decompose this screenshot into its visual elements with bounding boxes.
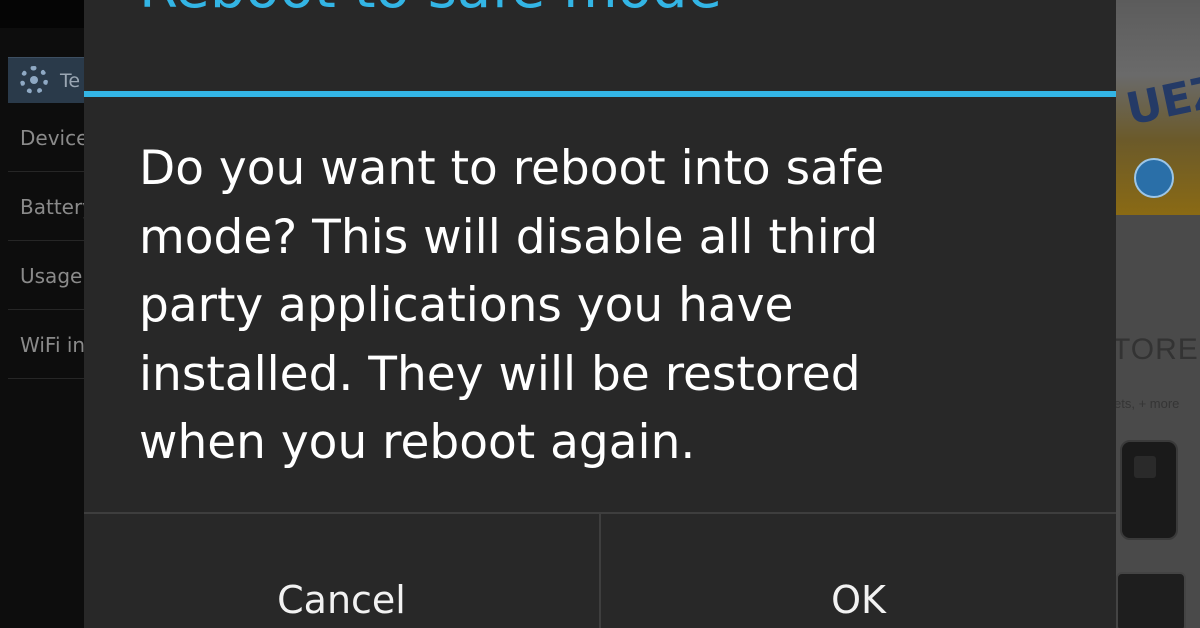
status-bar: [0, 0, 84, 28]
action-bar-title: Te: [60, 70, 81, 92]
store-subtext: ets, + more: [1116, 396, 1180, 411]
title-divider: [84, 91, 1116, 97]
cancel-button[interactable]: Cancel: [84, 514, 599, 628]
safe-mode-dialog: Reboot to safe mode Do you want to reboo…: [84, 0, 1116, 628]
banner-brand-text: UEZ: [1121, 65, 1200, 136]
dialog-title: Reboot to safe mode: [139, 0, 722, 21]
gear-icon: [20, 66, 48, 94]
settings-row-wifi-info: WiFi info: [8, 311, 84, 379]
phone-image: [1120, 440, 1178, 540]
store-heading: TORE: [1116, 333, 1199, 366]
device-image: [1116, 572, 1186, 628]
banner-image: UEZ: [1116, 0, 1200, 215]
background-web-page: UEZ TORE ets, + more: [1116, 0, 1200, 628]
ok-button[interactable]: OK: [601, 514, 1116, 628]
settings-row-usage: Usage: [8, 242, 84, 310]
att-logo-icon: [1134, 158, 1174, 198]
background-settings-screen: Te Device Battery Usage WiFi info: [0, 0, 84, 628]
dialog-button-bar: Cancel OK: [84, 512, 1116, 628]
settings-row-device: Device: [8, 104, 84, 172]
dialog-message: Do you want to reboot into safe mode? Th…: [139, 141, 885, 470]
settings-action-bar: Te: [8, 57, 84, 103]
settings-row-battery: Battery: [8, 173, 84, 241]
